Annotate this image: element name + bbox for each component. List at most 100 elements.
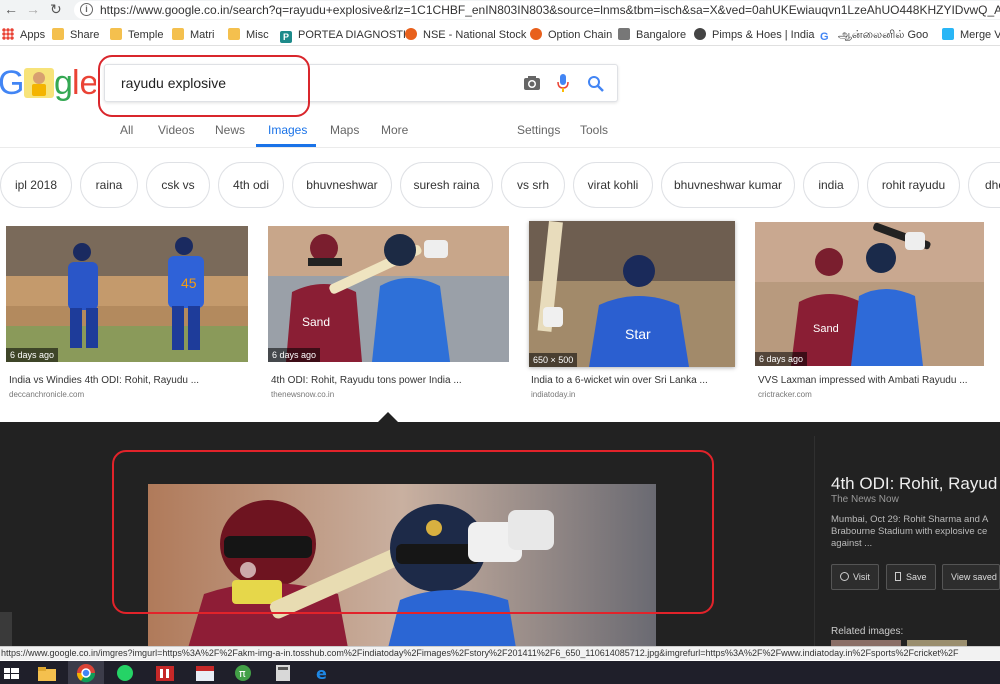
bookmark-apps[interactable]: Apps <box>2 27 45 43</box>
result-source-3[interactable]: indiatoday.in <box>531 390 575 399</box>
cricket-photo-2: Sand <box>268 226 509 362</box>
bookmark-matri[interactable]: Matri <box>172 27 214 43</box>
svg-text:45: 45 <box>181 275 197 291</box>
tab-videos[interactable]: Videos <box>158 123 194 137</box>
bookmark-option-chain[interactable]: Option Chain <box>530 27 612 43</box>
chip-4th-odi[interactable]: 4th odi <box>218 162 284 208</box>
result-source-4[interactable]: crictracker.com <box>758 390 812 399</box>
bookmark-portea[interactable]: P PORTEA DIAGNOSTIC <box>280 27 414 43</box>
tab-all[interactable]: All <box>120 123 133 137</box>
reload-icon[interactable]: ↻ <box>50 1 62 18</box>
cricket-photo-4: Sand <box>755 222 984 366</box>
pi-app-icon[interactable]: π <box>232 664 254 682</box>
microphone-icon[interactable] <box>557 74 569 94</box>
chip-vs-srh[interactable]: vs srh <box>501 162 565 208</box>
windows-start-icon[interactable] <box>2 664 24 682</box>
nse-icon <box>405 28 417 40</box>
people-icon <box>694 28 706 40</box>
folder-icon <box>228 28 240 40</box>
trading-app-icon[interactable] <box>154 664 176 682</box>
cricket-photo-1: 45 <box>6 226 248 362</box>
portea-icon: P <box>280 31 292 43</box>
info-icon[interactable]: i <box>80 3 93 16</box>
chip-suresh-raina[interactable]: suresh raina <box>400 162 493 208</box>
result-title-2[interactable]: 4th ODI: Rohit, Rayudu tons power India … <box>271 375 462 386</box>
bookmark-misc[interactable]: Misc <box>228 27 269 43</box>
visit-button[interactable]: Visit <box>831 564 879 590</box>
panel-title[interactable]: 4th ODI: Rohit, Rayud <box>831 474 997 494</box>
result-source-1[interactable]: deccanchronicle.com <box>9 390 84 399</box>
result-title-1[interactable]: India vs Windies 4th ODI: Rohit, Rayudu … <box>9 375 199 386</box>
tab-more[interactable]: More <box>381 123 408 137</box>
panel-description-1: Mumbai, Oct 29: Rohit Sharma and A <box>831 514 989 525</box>
chip-ipl-2018[interactable]: ipl 2018 <box>0 162 72 208</box>
result-badge: 6 days ago <box>755 352 808 366</box>
bookmark-temple[interactable]: Temple <box>110 27 163 43</box>
tab-news[interactable]: News <box>215 123 245 137</box>
folder-icon <box>52 28 64 40</box>
bookmark-share[interactable]: Share <box>52 27 99 43</box>
forward-arrow-icon[interactable]: → <box>26 1 40 17</box>
related-images-label: Related images: <box>831 626 904 637</box>
camera-icon[interactable] <box>523 75 541 91</box>
chip-virat-kohli[interactable]: virat kohli <box>573 162 653 208</box>
search-icon[interactable] <box>587 75 605 93</box>
bookmark-google-tamil[interactable]: G ஆன்லைனில் Goo <box>820 27 928 43</box>
bookmark-nse[interactable]: NSE - National Stock <box>405 27 526 43</box>
result-image-3[interactable]: Star 650 × 500 <box>529 221 735 367</box>
folder-icon <box>172 28 184 40</box>
url-field[interactable]: i https://www.google.co.in/search?q=rayu… <box>74 1 1000 19</box>
panel-description-2: Brabourne Stadium with explosive ce <box>831 526 988 537</box>
bookmark-pimps-hoes[interactable]: Pimps & Hoes | India <box>694 27 815 43</box>
result-image-1[interactable]: 45 6 days ago <box>6 226 248 362</box>
panel-description-3: against ... <box>831 538 873 549</box>
file-explorer-icon[interactable] <box>36 664 58 682</box>
panel-source[interactable]: The News Now <box>831 494 899 505</box>
url-text: https://www.google.co.in/search?q=rayudu… <box>100 3 1000 17</box>
chrome-taskbar-active[interactable] <box>68 661 104 684</box>
globe-icon <box>840 572 849 581</box>
edge-icon[interactable]: e <box>312 664 334 682</box>
chip-dhoni[interactable]: dho <box>968 162 1000 208</box>
google-doodle-logo[interactable]: G g le <box>0 62 98 102</box>
chip-india[interactable]: india <box>803 162 859 208</box>
tab-images[interactable]: Images <box>268 123 307 137</box>
apps-grid-icon <box>2 28 14 40</box>
result-image-4[interactable]: Sand 6 days ago <box>755 222 984 366</box>
bookmark-merge[interactable]: Merge Vi <box>942 27 1000 43</box>
status-bar-url: https://www.google.co.in/imgres?imgurl=h… <box>0 646 1000 660</box>
panel-details-sidebar: 4th ODI: Rohit, Rayud The News Now Mumba… <box>814 436 1000 648</box>
address-bar-row: ← → ↻ i https://www.google.co.in/search?… <box>0 0 1000 20</box>
puzzle-icon <box>618 28 630 40</box>
tab-settings[interactable]: Settings <box>517 123 560 137</box>
chip-rohit-rayudu[interactable]: rohit rayudu <box>867 162 960 208</box>
result-badge: 650 × 500 <box>529 353 578 367</box>
chip-bhuvneshwar[interactable]: bhuvneshwar <box>292 162 392 208</box>
result-title-4[interactable]: VVS Laxman impressed with Ambati Rayudu … <box>758 375 968 386</box>
chip-bhuvneshwar-kumar[interactable]: bhuvneshwar kumar <box>661 162 795 208</box>
view-saved-button[interactable]: View saved <box>942 564 1000 590</box>
panel-scroll-handle[interactable] <box>0 612 12 646</box>
calculator-icon[interactable] <box>272 664 294 682</box>
tab-tools[interactable]: Tools <box>580 123 608 137</box>
whatsapp-icon[interactable] <box>114 664 136 682</box>
bookmark-icon <box>895 572 901 581</box>
save-button[interactable]: Save <box>886 564 936 590</box>
result-badge: 6 days ago <box>268 348 321 362</box>
tab-maps[interactable]: Maps <box>330 123 359 137</box>
google-g-icon: G <box>820 31 829 43</box>
search-highlight-annotation <box>98 55 310 117</box>
svg-text:G: G <box>0 64 24 102</box>
result-image-2[interactable]: Sand 6 days ago <box>268 226 509 362</box>
svg-text:Star: Star <box>625 326 651 342</box>
bookmark-bangalore[interactable]: Bangalore <box>618 27 686 43</box>
chip-csk-vs[interactable]: csk vs <box>146 162 210 208</box>
back-arrow-icon[interactable]: ← <box>4 1 18 17</box>
result-title-3[interactable]: India to a 6-wicket win over Sri Lanka .… <box>531 375 708 386</box>
calendar-app-icon[interactable] <box>194 664 216 682</box>
chip-raina[interactable]: raina <box>80 162 138 208</box>
merge-icon <box>942 28 954 40</box>
result-source-2[interactable]: thenewsnow.co.in <box>271 390 334 399</box>
result-badge: 6 days ago <box>6 348 59 362</box>
chrome-icon <box>76 664 96 683</box>
